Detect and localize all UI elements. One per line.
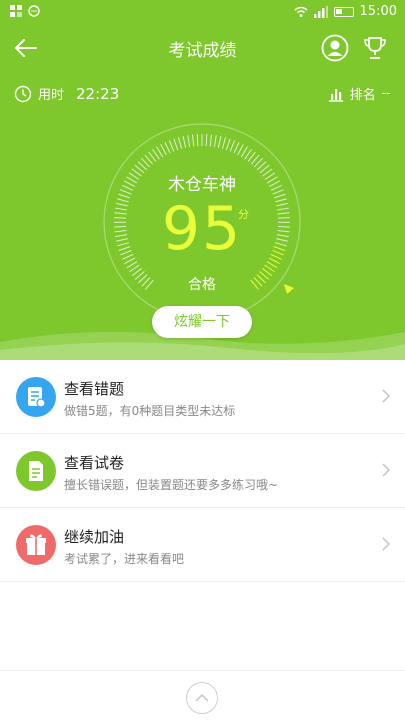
bottom-bar bbox=[0, 670, 405, 720]
dial-tick bbox=[191, 134, 195, 147]
status-right: 15:00 bbox=[294, 4, 397, 19]
dial-tick bbox=[173, 138, 179, 151]
dial-tick bbox=[237, 144, 244, 156]
app-grid-icon bbox=[10, 5, 22, 17]
item-title: 查看错题 bbox=[64, 380, 125, 398]
gift-icon bbox=[26, 534, 46, 555]
wifi-icon bbox=[294, 6, 308, 17]
score-unit: 分 bbox=[238, 208, 249, 221]
dial-tick bbox=[229, 140, 236, 152]
dial-tick bbox=[209, 134, 213, 147]
exam-paper-icon-bg bbox=[16, 451, 56, 491]
nav-bar: 考试成绩 bbox=[0, 24, 405, 72]
dial-tick bbox=[156, 146, 164, 158]
item-subtitle: 考试累了，进来看看吧 bbox=[64, 552, 185, 566]
list-item-keep-going[interactable]: 继续加油 考试累了，进来看看吧 bbox=[0, 508, 405, 582]
result-title: 木仓车神 bbox=[168, 175, 236, 195]
dial-tick bbox=[221, 137, 227, 149]
dial-tick bbox=[225, 138, 231, 151]
chevron-right-icon bbox=[382, 389, 391, 403]
dial-tick bbox=[177, 137, 183, 149]
chevron-right-icon bbox=[382, 463, 391, 477]
rank-value: -- bbox=[381, 86, 391, 101]
dial-tick bbox=[205, 134, 208, 147]
doc-icon bbox=[29, 461, 43, 481]
chevron-right-icon bbox=[382, 537, 391, 551]
item-title: 查看试卷 bbox=[64, 454, 125, 472]
item-subtitle: 擅长错误题，但装置题还要多多练习哦~ bbox=[64, 478, 279, 492]
list-item-exam-paper[interactable]: 查看试卷 擅长错误题，但装置题还要多多练习哦~ bbox=[0, 434, 405, 508]
dial-tick bbox=[160, 144, 167, 156]
dial-tick bbox=[196, 134, 199, 147]
rank-label: 排名 bbox=[349, 88, 376, 103]
score-value: 95 bbox=[161, 194, 243, 264]
info-row: 用时 22:23 排名 -- bbox=[0, 84, 405, 106]
ranking[interactable]: 排名 -- bbox=[328, 84, 391, 103]
dial-tick bbox=[168, 140, 175, 152]
time-label: 用时 bbox=[38, 88, 65, 103]
trophy-icon[interactable] bbox=[361, 34, 389, 62]
clock-icon bbox=[14, 85, 32, 102]
action-list: 查看错题 做错5题，有0种题目类型未达标 查看试卷 擅长错误题，但装置题还要多多… bbox=[0, 360, 405, 582]
dial-tick bbox=[217, 135, 222, 148]
message-icon bbox=[28, 5, 40, 17]
dial-tick bbox=[233, 141, 240, 154]
score-dial: 木仓车神 95 分 合格 bbox=[96, 122, 308, 322]
dial-tick bbox=[164, 141, 171, 154]
share-button[interactable]: 炫耀一下 bbox=[152, 306, 252, 338]
dial-tick bbox=[182, 135, 187, 148]
user-avatar-icon[interactable] bbox=[321, 34, 349, 62]
item-subtitle: 做错5题，有0种题目类型未达标 bbox=[64, 404, 236, 418]
bar-chart-icon bbox=[328, 88, 343, 102]
scroll-up-button[interactable] bbox=[186, 682, 218, 714]
score-hero: 考试成绩 用时 22:23 排名 -- 木仓车神 95 分 合格 炫耀一下 bbox=[0, 24, 405, 360]
status-time: 15:00 bbox=[359, 4, 397, 19]
doc-edit-icon bbox=[28, 387, 46, 408]
dial-tick bbox=[240, 146, 248, 158]
dial-tick bbox=[213, 135, 217, 148]
pass-status: 合格 bbox=[188, 277, 216, 293]
keep-going-icon-bg bbox=[16, 525, 56, 565]
list-item-wrong-questions[interactable]: 查看错题 做错5题，有0种题目类型未达标 bbox=[0, 360, 405, 434]
dial-tick bbox=[187, 135, 191, 148]
status-bar: 15:00 bbox=[0, 0, 405, 24]
time-value: 22:23 bbox=[76, 84, 120, 103]
chevron-up-icon bbox=[195, 693, 209, 702]
wrong-questions-icon-bg bbox=[16, 377, 56, 417]
battery-icon bbox=[333, 6, 354, 17]
signal-icon bbox=[313, 5, 328, 18]
elapsed-time: 用时 22:23 bbox=[14, 84, 119, 103]
status-left bbox=[10, 5, 40, 17]
item-title: 继续加油 bbox=[64, 528, 125, 546]
